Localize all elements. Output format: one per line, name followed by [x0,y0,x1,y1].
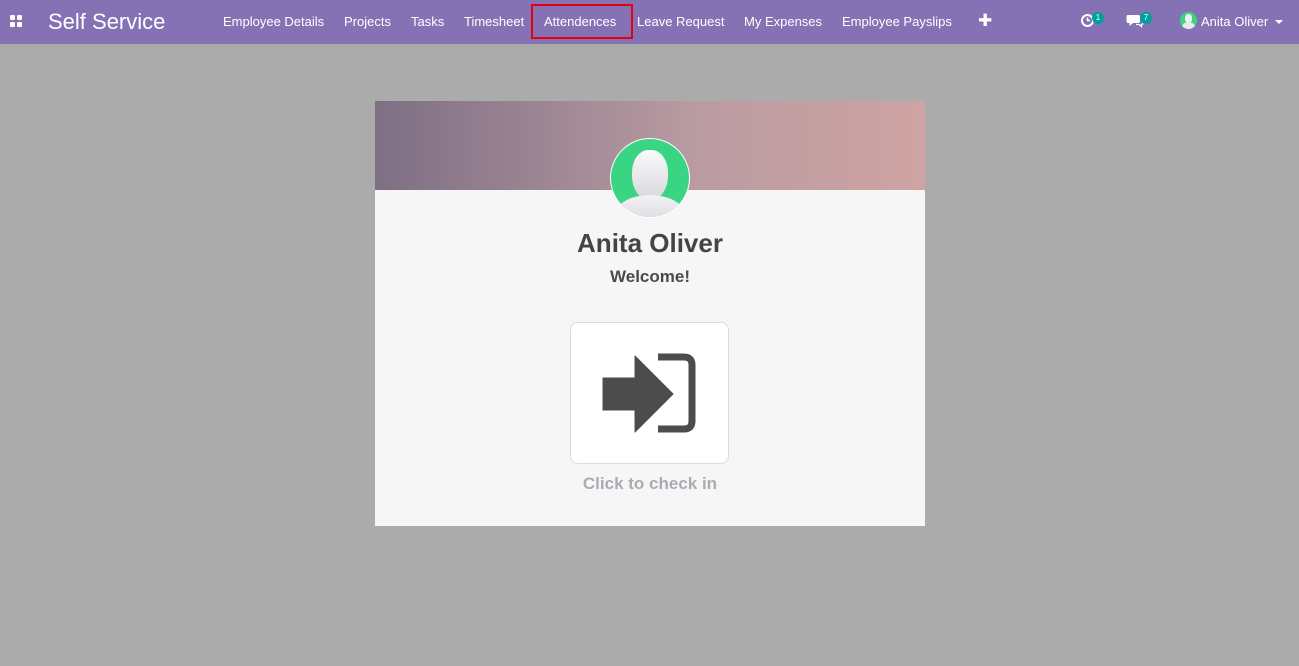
menu-employee-payslips[interactable]: Employee Payslips [842,14,952,29]
apps-grid-icon[interactable] [10,15,22,27]
employee-avatar [610,138,690,218]
app-title: Self Service [48,9,166,34]
attendance-card: Anita Oliver Welcome! Click to check in [375,101,925,526]
menu-timesheet[interactable]: Timesheet [464,14,524,29]
welcome-message: Welcome! [610,267,690,286]
messages-count-badge: 7 [1140,12,1152,24]
chevron-down-icon [1275,20,1283,24]
activity-count-badge: 1 [1092,12,1104,24]
menu-tasks[interactable]: Tasks [411,14,444,29]
menu-employee-details[interactable]: Employee Details [223,14,324,29]
menu-leave-request[interactable]: Leave Request [637,14,724,29]
check-in-label: Click to check in [582,474,718,493]
plus-icon[interactable]: ✚ [978,12,992,30]
sign-in-icon [602,353,696,433]
menu-my-expenses[interactable]: My Expenses [744,14,822,29]
menu-projects[interactable]: Projects [344,14,391,29]
avatar [1180,12,1197,29]
top-navbar: Self Service Employee Details Projects T… [0,0,1299,44]
employee-name: Anita Oliver [577,228,723,258]
user-name: Anita Oliver [1201,14,1269,29]
highlight-annotation-box [531,4,633,39]
check-in-button[interactable] [570,322,729,464]
